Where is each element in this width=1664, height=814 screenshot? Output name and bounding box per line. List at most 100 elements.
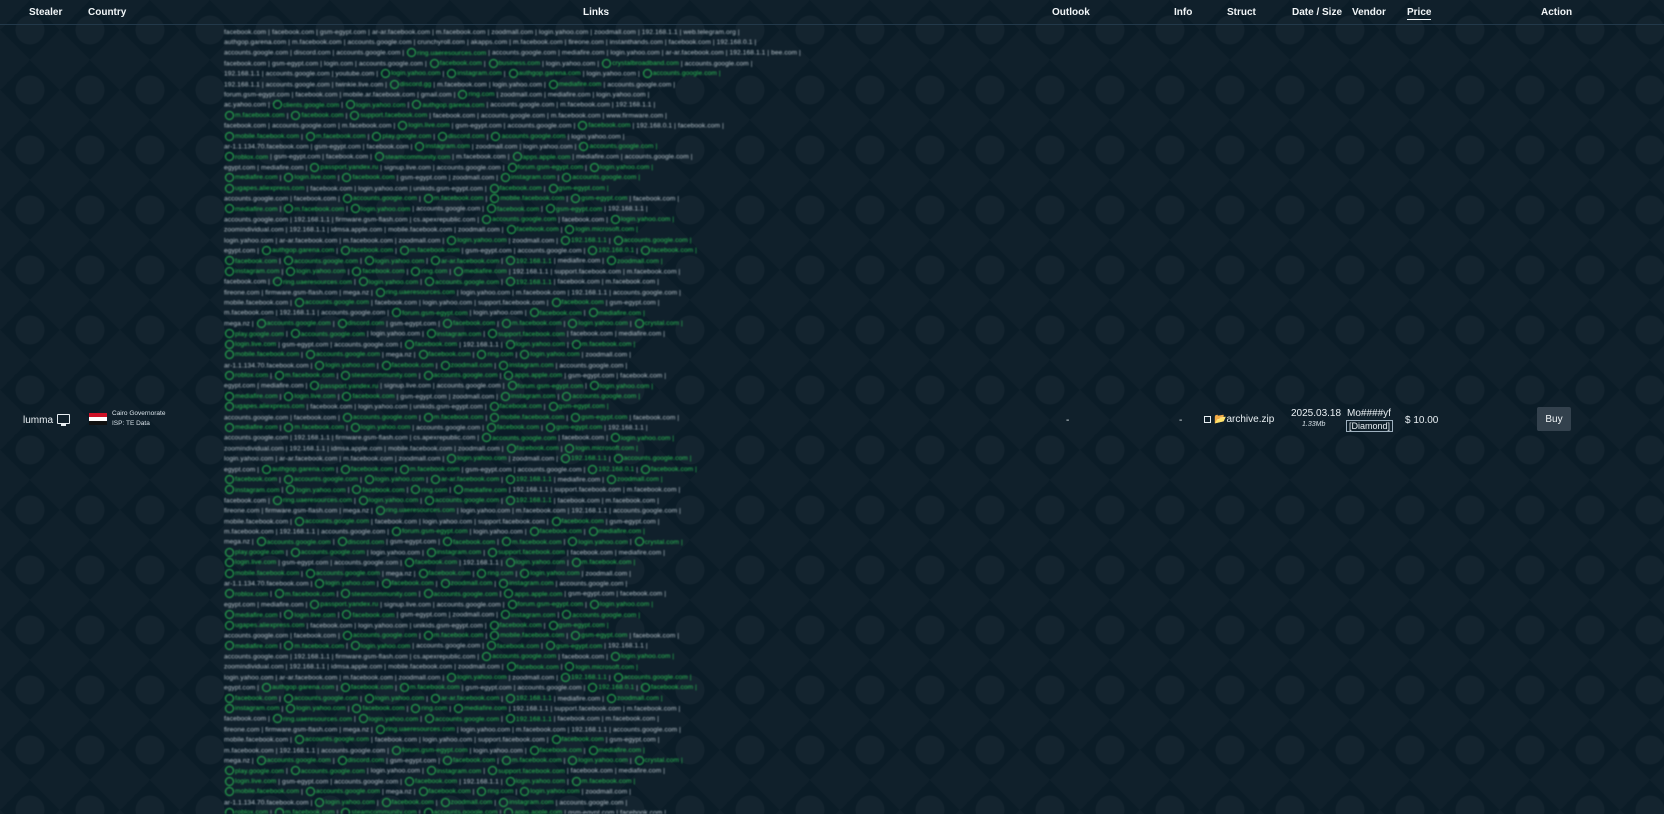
verified-icon bbox=[613, 454, 623, 464]
verified-icon bbox=[642, 69, 652, 79]
outlook-value: - bbox=[1066, 415, 1070, 426]
verified-icon bbox=[294, 298, 304, 308]
verified-icon bbox=[505, 495, 515, 505]
struct-cell[interactable]: 📂archive.zip bbox=[1204, 414, 1274, 425]
verified-icon bbox=[305, 131, 315, 141]
date-value: 2025.03.18 bbox=[1291, 408, 1342, 419]
verified-icon bbox=[571, 776, 581, 786]
verified-icon bbox=[443, 537, 452, 547]
verified-icon bbox=[520, 350, 530, 360]
links-line: facebook.com | accounts.google.com | log… bbox=[224, 474, 964, 485]
monitor-icon bbox=[57, 414, 71, 426]
column-header-country: Country bbox=[88, 7, 127, 18]
verified-icon bbox=[399, 246, 409, 256]
verified-icon bbox=[315, 797, 325, 807]
verified-icon bbox=[487, 204, 496, 214]
verified-icon bbox=[337, 318, 347, 328]
verified-icon bbox=[571, 558, 581, 568]
table-row: lumma Cairo Governorate ISP: TE Data - -… bbox=[0, 400, 1664, 436]
verified-icon bbox=[405, 339, 415, 349]
column-header-stealer: Stealer bbox=[29, 7, 63, 18]
verified-icon bbox=[341, 589, 351, 599]
links-line: login.yahoo.com | ar-ar.facebook.com | m… bbox=[224, 672, 692, 682]
verified-icon bbox=[613, 235, 623, 245]
links-line: ar-1.1.134.70.facebook.com | gsm-egypt.c… bbox=[224, 141, 658, 151]
verified-icon bbox=[392, 745, 401, 755]
links-line: zoomindividual.com | 192.168.1.1 | idmsa… bbox=[224, 225, 638, 235]
verified-icon bbox=[405, 558, 415, 568]
links-line: m.facebook.com | 192.168.1.1 | accounts.… bbox=[224, 745, 645, 755]
verified-icon bbox=[488, 58, 498, 68]
links-line: m.facebook.com | facebook.com | support.… bbox=[224, 110, 964, 121]
links-line: m.facebook.com | 192.168.1.1 | accounts.… bbox=[224, 527, 645, 536]
links-line: ac.yahoo.com | clients.google.com | logi… bbox=[224, 100, 656, 110]
verified-icon bbox=[411, 266, 421, 276]
verified-icon bbox=[310, 599, 320, 609]
column-header-links: Links bbox=[583, 7, 610, 18]
verified-icon bbox=[225, 256, 234, 266]
verified-icon bbox=[372, 131, 382, 141]
buy-button[interactable]: Buy bbox=[1537, 407, 1571, 431]
links-line: mobile.facebook.com | accounts.google.co… bbox=[224, 787, 964, 797]
verified-icon bbox=[342, 194, 352, 203]
verified-icon bbox=[506, 443, 516, 453]
verified-icon bbox=[283, 474, 293, 484]
links-line: instagram.com | login.yahoo.com | facebo… bbox=[224, 485, 964, 495]
links-line: facebook.com | ring.uaeresources.com | l… bbox=[224, 277, 660, 287]
verified-icon bbox=[589, 381, 599, 391]
verified-icon bbox=[431, 693, 441, 703]
verified-icon bbox=[447, 672, 457, 682]
verified-icon bbox=[506, 693, 515, 703]
archive-name: archive.zip bbox=[1226, 414, 1275, 425]
verified-icon bbox=[447, 235, 457, 245]
verified-icon bbox=[588, 464, 598, 474]
verified-icon bbox=[225, 766, 234, 776]
verified-icon bbox=[283, 693, 293, 703]
verified-icon bbox=[225, 610, 234, 620]
verified-icon bbox=[294, 516, 304, 526]
verified-icon bbox=[225, 693, 234, 703]
vendor-rank-badge: [Diamond] bbox=[1346, 420, 1394, 432]
verified-icon bbox=[364, 474, 374, 484]
verified-icon bbox=[364, 693, 374, 703]
verified-icon bbox=[529, 745, 539, 755]
verified-icon bbox=[571, 631, 581, 641]
verified-icon bbox=[286, 266, 296, 276]
verified-icon bbox=[225, 558, 234, 568]
verified-icon bbox=[272, 714, 282, 724]
page: Stealer Country Links Outlook Info Struc… bbox=[0, 0, 1664, 814]
verified-icon bbox=[607, 693, 617, 703]
links-line: accounts.google.com | discord.com | acco… bbox=[224, 48, 801, 58]
verified-icon bbox=[565, 225, 575, 235]
verified-icon bbox=[272, 277, 282, 287]
verified-icon bbox=[506, 474, 515, 484]
verified-icon bbox=[272, 100, 282, 110]
verified-icon bbox=[477, 568, 487, 578]
verified-icon bbox=[529, 527, 539, 536]
verified-icon bbox=[341, 370, 351, 380]
verified-icon bbox=[565, 443, 575, 453]
verified-icon bbox=[225, 173, 234, 183]
verified-icon bbox=[399, 464, 409, 474]
verified-icon bbox=[505, 558, 515, 568]
links-line: mobile.facebook.com | accounts.google.co… bbox=[224, 298, 660, 308]
verified-icon bbox=[440, 360, 450, 370]
verified-icon bbox=[477, 787, 487, 797]
column-header-date-size: Date / Size bbox=[1292, 7, 1343, 18]
column-header-price[interactable]: Price bbox=[1407, 7, 1432, 20]
verified-icon bbox=[610, 214, 620, 224]
links-line: ar-1.1.134.70.facebook.com | login.yahoo… bbox=[224, 797, 628, 807]
verified-icon bbox=[561, 235, 570, 245]
links-line: forum.gsm-egypt.com | facebook.com | mob… bbox=[224, 89, 650, 99]
verified-icon bbox=[341, 807, 351, 814]
verified-icon bbox=[290, 329, 300, 339]
verified-icon bbox=[350, 204, 360, 214]
expand-icon[interactable] bbox=[1204, 415, 1211, 423]
verified-icon bbox=[499, 360, 509, 370]
verified-icon bbox=[504, 589, 514, 599]
verified-icon bbox=[418, 568, 428, 578]
verified-icon bbox=[381, 360, 391, 370]
verified-icon bbox=[505, 714, 515, 724]
links-line: roblox.com | m.facebook.com | steamcommu… bbox=[224, 589, 964, 599]
verified-icon bbox=[477, 350, 487, 360]
